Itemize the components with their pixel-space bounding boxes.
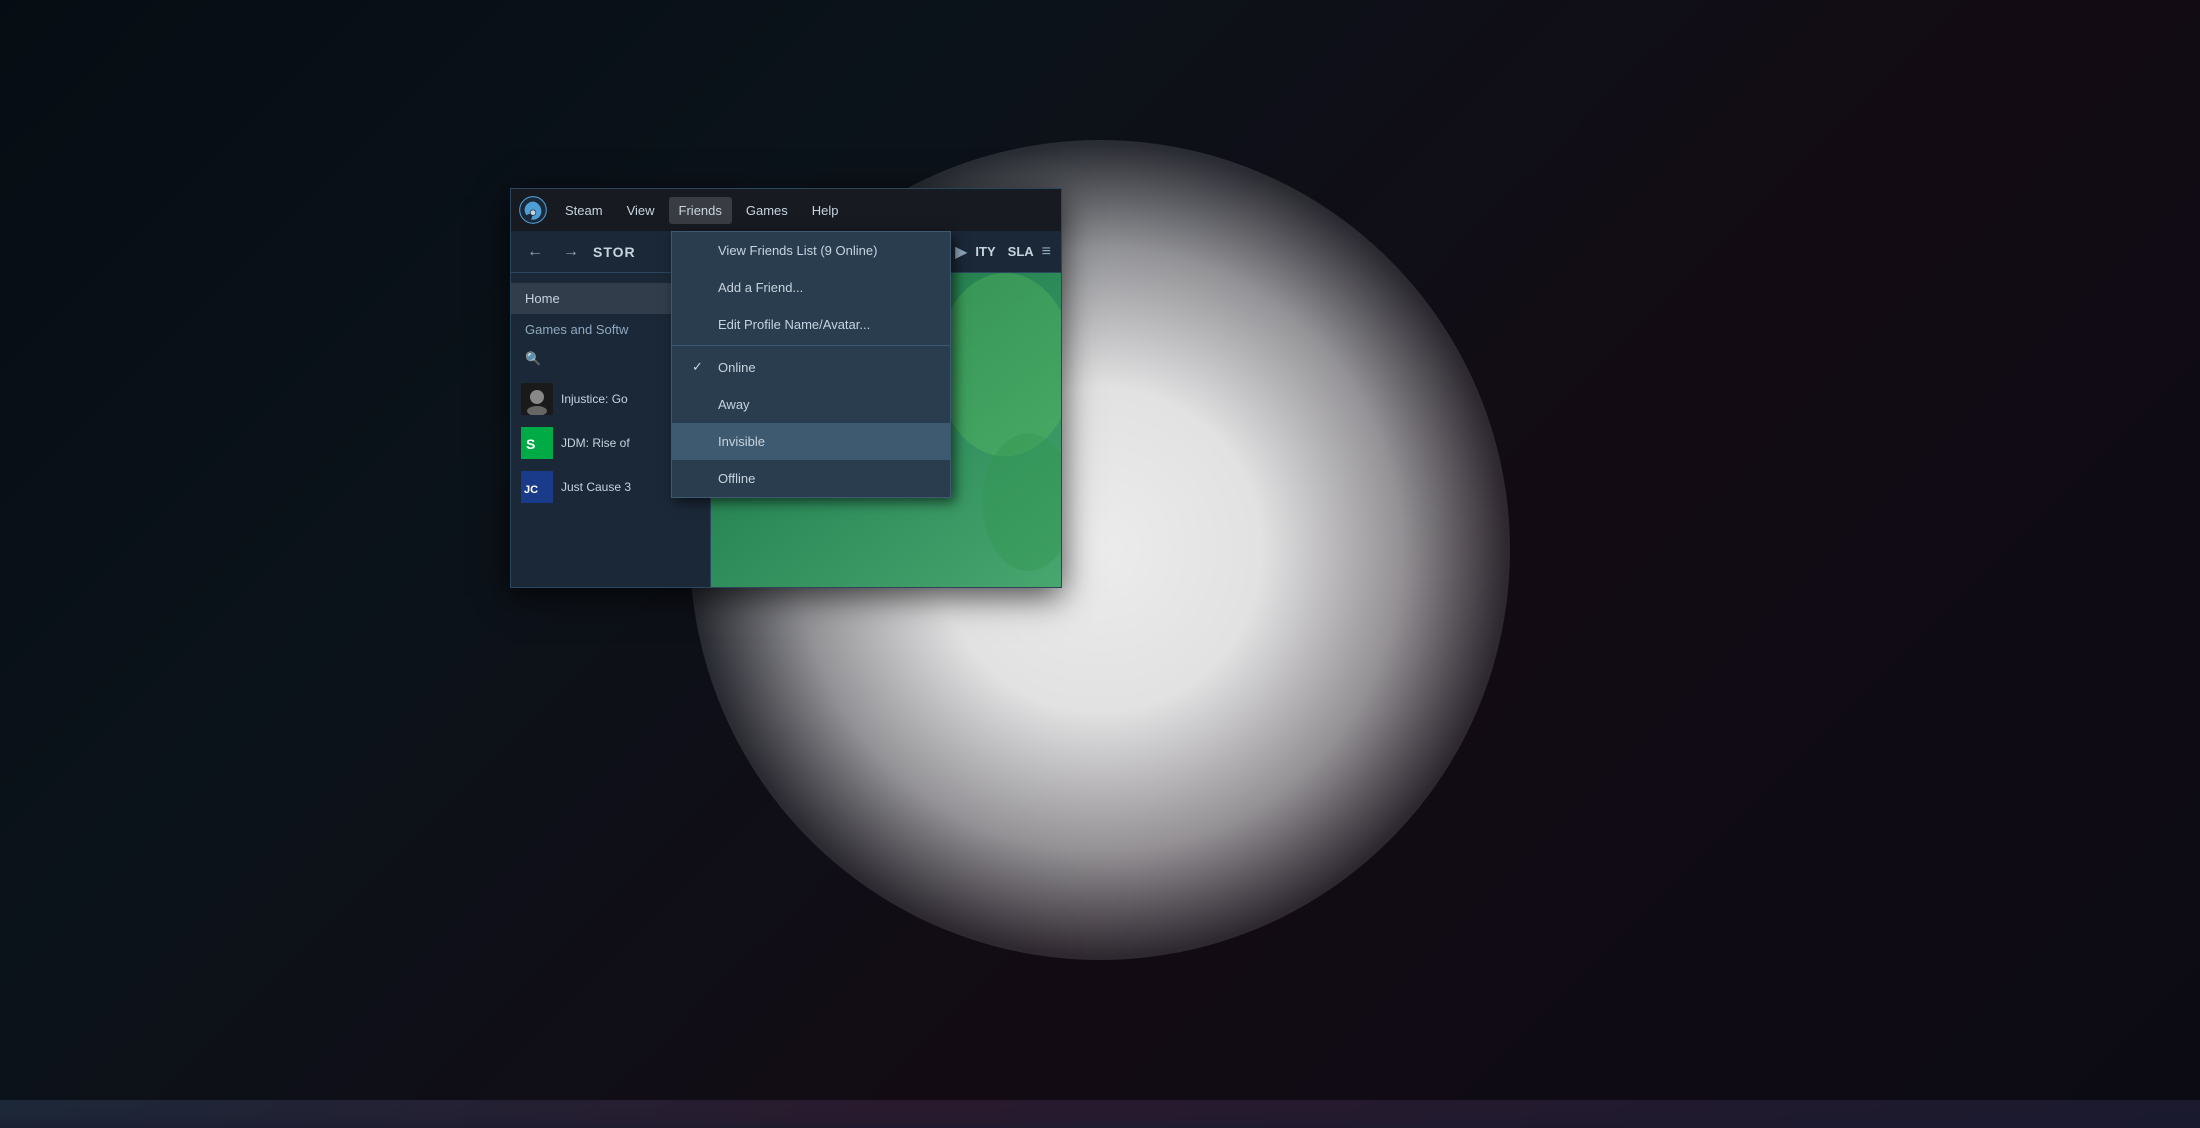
svg-text:S: S: [526, 436, 535, 452]
svg-text:JC: JC: [524, 484, 538, 496]
view-menu[interactable]: View: [617, 197, 665, 224]
game-thumb-justcause: JC: [521, 471, 553, 503]
nav-right-buttons: ⊞ ▶ ITY SLA ≡: [934, 242, 1051, 262]
game-thumb-injustice: [521, 383, 553, 415]
dropdown-label-online: Online: [718, 360, 756, 375]
dropdown-label-offline: Offline: [718, 471, 755, 486]
dropdown-label-invisible: Invisible: [718, 434, 765, 449]
games-menu[interactable]: Games: [736, 197, 798, 224]
game-name-jdm: JDM: Rise of: [561, 436, 630, 450]
dropdown-item-add-friend[interactable]: Add a Friend...: [672, 269, 950, 306]
play-button[interactable]: ▶: [955, 242, 967, 262]
game-name-injustice: Injustice: Go: [561, 392, 628, 406]
game-thumb-jdm: S: [521, 427, 553, 459]
dropdown-item-edit-profile[interactable]: Edit Profile Name/Avatar...: [672, 306, 950, 343]
back-button[interactable]: ←: [521, 239, 549, 265]
dropdown-label-view-friends: View Friends List (9 Online): [718, 243, 877, 258]
dropdown-item-away[interactable]: Away: [672, 386, 950, 423]
background-overlay: [0, 0, 2200, 1100]
dropdown-label-edit-profile: Edit Profile Name/Avatar...: [718, 317, 870, 332]
friends-dropdown-menu: View Friends List (9 Online) Add a Frien…: [671, 231, 951, 498]
steam-window: Steam View Friends Games Help ← → STOR ⊞…: [510, 188, 1062, 588]
search-icon: 🔍: [525, 351, 541, 367]
friends-menu[interactable]: Friends: [669, 197, 732, 224]
steam-menu[interactable]: Steam: [555, 197, 613, 224]
steam-logo-icon: [519, 196, 547, 224]
slash-label: SLA: [1008, 244, 1034, 259]
list-menu-button[interactable]: ≡: [1042, 243, 1051, 261]
dropdown-item-invisible[interactable]: Invisible: [672, 423, 950, 460]
dropdown-separator-1: [672, 345, 950, 346]
dropdown-item-offline[interactable]: Offline: [672, 460, 950, 497]
community-label: ITY: [975, 244, 995, 259]
dropdown-item-view-friends[interactable]: View Friends List (9 Online): [672, 232, 950, 269]
check-online: ✓: [692, 359, 708, 375]
dropdown-label-away: Away: [718, 397, 750, 412]
forward-button[interactable]: →: [557, 239, 585, 265]
dropdown-label-add-friend: Add a Friend...: [718, 280, 803, 295]
dropdown-item-online[interactable]: ✓ Online: [672, 348, 950, 386]
help-menu[interactable]: Help: [802, 197, 849, 224]
game-name-justcause: Just Cause 3: [561, 480, 631, 494]
menu-bar: Steam View Friends Games Help: [511, 189, 1061, 231]
